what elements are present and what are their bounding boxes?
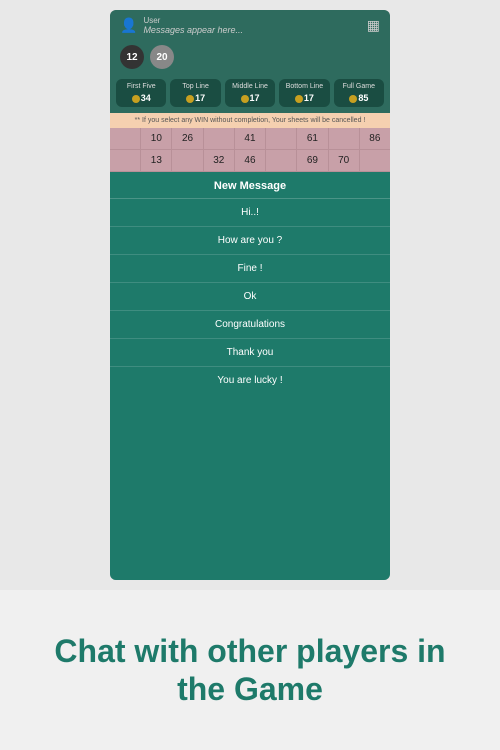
chat-icon[interactable]: ▦ [367, 17, 380, 34]
grid-cell: 46 [235, 150, 266, 171]
grid-cell [266, 150, 297, 171]
coin-icon-5 [349, 95, 357, 103]
coin-icon-4 [295, 95, 303, 103]
score-top-line: 17 [175, 93, 215, 103]
warning-text: ** If you select any WIN without complet… [110, 113, 390, 128]
score-tab-middle-line[interactable]: Middle Line 17 [225, 79, 275, 107]
score-tabs: First Five 34 Top Line 17 Middle Line 17… [110, 75, 390, 113]
grid-cell [204, 128, 235, 149]
user-label: User [143, 16, 160, 25]
score-tab-full-game[interactable]: Full Game 85 [334, 79, 384, 107]
badge-20[interactable]: 20 [150, 45, 174, 69]
grid-cell: 26 [172, 128, 203, 149]
grid-cell [360, 150, 390, 171]
grid-cell: 41 [235, 128, 266, 149]
score-tab-top-line[interactable]: Top Line 17 [170, 79, 220, 107]
score-bottom-line: 17 [284, 93, 324, 103]
message-item-congratulations[interactable]: Congratulations [110, 311, 390, 339]
promo-text: Chat with other players in the Game [30, 632, 470, 709]
coin-icon-2 [186, 95, 194, 103]
message-list: New Message Hi..! How are you ? Fine ! O… [110, 172, 390, 580]
top-bar: 👤 User Messages appear here... ▦ [110, 10, 390, 41]
score-first-five: 34 [121, 93, 161, 103]
grid-cell [266, 128, 297, 149]
phone-frame: 👤 User Messages appear here... ▦ 12 20 F… [0, 0, 500, 590]
phone-screen: 👤 User Messages appear here... ▦ 12 20 F… [110, 10, 390, 580]
number-badges: 12 20 [110, 41, 390, 75]
message-item-thank-you[interactable]: Thank you [110, 339, 390, 367]
message-item-ok[interactable]: Ok [110, 283, 390, 311]
promo-section: Chat with other players in the Game [0, 590, 500, 750]
number-grid: 10 26 41 61 86 13 32 46 69 70 [110, 128, 390, 172]
message-item-fine[interactable]: Fine ! [110, 255, 390, 283]
message-item-lucky[interactable]: You are lucky ! [110, 367, 390, 394]
grid-cell: 70 [329, 150, 360, 171]
score-tab-bottom-line[interactable]: Bottom Line 17 [279, 79, 329, 107]
grid-cell [110, 128, 141, 149]
grid-cell: 10 [141, 128, 172, 149]
grid-cell: 13 [141, 150, 172, 171]
grid-cell [110, 150, 141, 171]
badge-12[interactable]: 12 [120, 45, 144, 69]
grid-cell: 32 [204, 150, 235, 171]
message-item-how-are-you[interactable]: How are you ? [110, 227, 390, 255]
message-list-header: New Message [110, 172, 390, 199]
message-item-hi[interactable]: Hi..! [110, 199, 390, 227]
coin-icon-3 [241, 95, 249, 103]
grid-row-1: 10 26 41 61 86 [110, 128, 390, 150]
score-tab-first-five[interactable]: First Five 34 [116, 79, 166, 107]
grid-row-2: 13 32 46 69 70 [110, 150, 390, 172]
grid-cell: 69 [297, 150, 328, 171]
coin-icon-1 [132, 95, 140, 103]
user-icon: 👤 [120, 17, 137, 34]
grid-cell [329, 128, 360, 149]
grid-cell: 86 [360, 128, 390, 149]
score-middle-line: 17 [230, 93, 270, 103]
score-full-game: 85 [339, 93, 379, 103]
grid-cell: 61 [297, 128, 328, 149]
message-placeholder: Messages appear here... [143, 25, 243, 35]
grid-cell [172, 150, 203, 171]
top-bar-user: User Messages appear here... [143, 16, 243, 35]
